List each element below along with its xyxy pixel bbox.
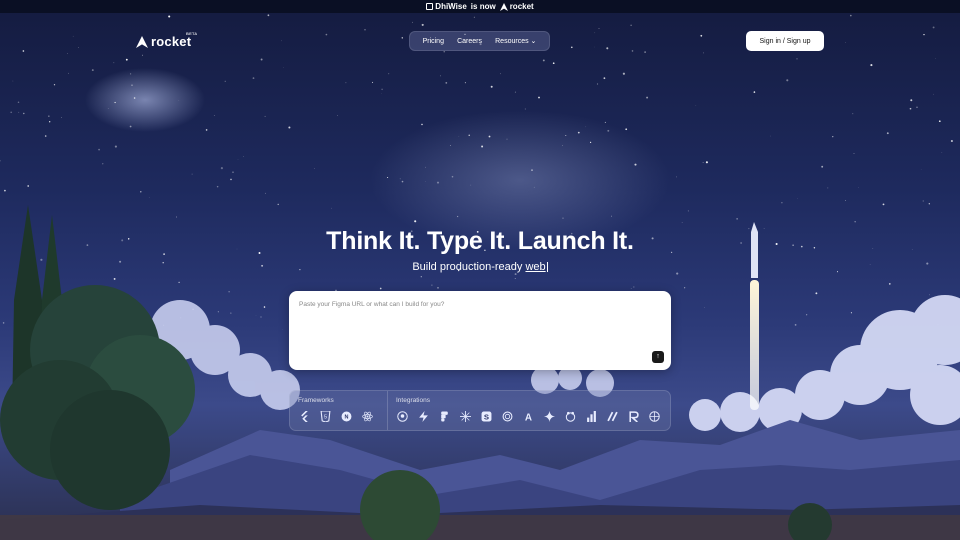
- hero-subtitle-prefix: Build production-ready: [412, 261, 523, 273]
- anthropic-icon[interactable]: A: [522, 410, 534, 422]
- announcement-bar[interactable]: DhiWise is now rocket: [0, 0, 960, 13]
- text-cursor: [546, 262, 548, 273]
- integrations-icons: S A: [396, 410, 662, 422]
- rocket-logo-icon: [499, 2, 508, 11]
- figma-icon[interactable]: [438, 410, 450, 422]
- signin-button[interactable]: Sign in / Sign up: [746, 31, 824, 51]
- rocket-logo-icon: [136, 35, 148, 48]
- tech-bar: Frameworks 5 N Integrations S A: [289, 390, 671, 431]
- svg-text:A: A: [524, 412, 531, 422]
- beta-badge: BETA: [186, 31, 198, 36]
- nav-item-resources[interactable]: Resources ⌄: [495, 37, 536, 45]
- prompt-box: ↑: [289, 291, 671, 370]
- main-nav: Pricing Careers Resources ⌄: [409, 31, 550, 51]
- supabase-icon[interactable]: [417, 410, 429, 422]
- prompt-input[interactable]: [289, 291, 671, 370]
- site-logo[interactable]: rocket BETA: [136, 31, 197, 49]
- dhiwise-brand: DhiWise: [426, 2, 467, 11]
- flutter-icon[interactable]: [298, 410, 310, 422]
- svg-text:5: 5: [323, 414, 326, 420]
- frameworks-icons: 5 N: [298, 410, 379, 422]
- send-button[interactable]: ↑: [652, 351, 664, 363]
- announcement-connector: is now: [470, 2, 496, 11]
- svg-text:S: S: [483, 412, 488, 421]
- resend-icon[interactable]: [627, 410, 639, 422]
- html5-icon[interactable]: 5: [319, 410, 331, 422]
- nav-item-resources-label: Resources: [495, 38, 529, 45]
- announcement-from-brand: DhiWise: [435, 2, 467, 11]
- logo-text: rocket: [151, 34, 192, 49]
- dhiwise-logo-icon: [426, 3, 434, 10]
- hero-title: Think It. Type It. Launch It.: [326, 227, 634, 255]
- openai-icon[interactable]: [501, 410, 513, 422]
- arrow-up-icon: ↑: [656, 353, 660, 360]
- integrations-group: Integrations S A: [388, 391, 670, 430]
- analytics-icon[interactable]: [585, 410, 597, 422]
- stripe-icon[interactable]: S: [480, 410, 492, 422]
- gemini-icon[interactable]: [543, 410, 555, 422]
- mailchimp-icon[interactable]: [564, 410, 576, 422]
- nav-item-careers[interactable]: Careers: [457, 38, 482, 45]
- frameworks-label: Frameworks: [298, 397, 334, 404]
- frameworks-group: Frameworks 5 N: [290, 391, 388, 430]
- dribbble-icon[interactable]: [648, 410, 660, 422]
- react-icon[interactable]: [361, 410, 373, 422]
- nextjs-icon[interactable]: N: [340, 410, 352, 422]
- hero-subtitle: Build production-ready web: [0, 261, 960, 273]
- svg-text:N: N: [344, 414, 348, 420]
- integrations-label: Integrations: [396, 397, 430, 404]
- nav-item-pricing[interactable]: Pricing: [423, 38, 444, 45]
- github-icon[interactable]: [396, 410, 408, 422]
- announcement-to-brand: rocket: [509, 2, 534, 11]
- netlify-icon[interactable]: [606, 410, 618, 422]
- hero-subtitle-word: web: [525, 261, 546, 273]
- rocket-brand: rocket: [499, 2, 534, 11]
- chevron-down-icon: ⌄: [530, 38, 537, 45]
- perplexity-icon[interactable]: [459, 410, 471, 422]
